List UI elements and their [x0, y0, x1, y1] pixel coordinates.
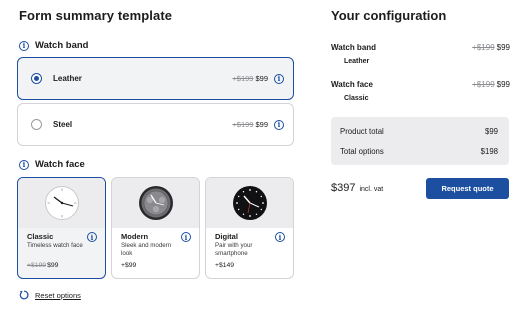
price: $99 — [496, 80, 510, 89]
classic-watch-face-image — [44, 186, 79, 220]
price: $99 — [255, 74, 268, 83]
radio-button-checked[interactable] — [31, 73, 42, 84]
watch-face-heading-label: Watch face — [35, 159, 85, 170]
summary-item-watch-band: Watch band +$199 $99 — [331, 43, 510, 52]
summary-item-title: Watch face — [331, 80, 373, 89]
summary-item-watch-face: Watch face +$199 $99 — [331, 80, 510, 89]
card-image-area — [206, 178, 293, 228]
info-icon[interactable]: i — [87, 232, 97, 242]
card-description: Sleek and modern look — [121, 242, 172, 257]
old-price: +$199 — [232, 120, 254, 129]
summary-item-sub: Leather — [344, 58, 370, 65]
card-price: +$199$99 — [27, 262, 58, 269]
band-option-steel[interactable]: Steel +$199 $99 i — [17, 103, 294, 146]
modern-watch-face-image — [138, 186, 173, 220]
product-total-value: $99 — [484, 127, 498, 136]
watch-band-heading: i Watch band — [19, 40, 88, 51]
card-description: Timeless watch face — [27, 242, 83, 249]
face-card-digital[interactable]: Digital i Pair with your smartphone +$14… — [205, 177, 294, 279]
face-card-classic[interactable]: Classic i Timeless watch face +$199$99 — [17, 177, 106, 279]
price: $99 — [47, 262, 59, 269]
card-description: Pair with your smartphone — [215, 242, 253, 257]
card-image-area — [18, 178, 105, 228]
band-option-leather[interactable]: Leather +$199 $99 i — [17, 57, 294, 100]
old-price: +$199 — [472, 80, 495, 89]
card-name: Modern — [121, 232, 149, 241]
page-title: Form summary template — [19, 8, 173, 23]
card-name: Digital — [215, 232, 238, 241]
grand-total: $397 incl. vat — [331, 182, 383, 194]
face-card-modern[interactable]: Modern i Sleek and modern look +$99 — [111, 177, 200, 279]
price: +$149 — [215, 262, 235, 269]
reset-options-link[interactable]: Reset options — [35, 291, 81, 300]
info-icon[interactable]: i — [274, 119, 284, 130]
summary-item-title: Watch band — [331, 43, 377, 52]
info-icon[interactable]: i — [181, 232, 191, 242]
totals-panel: Product total $99 Total options $198 — [331, 117, 509, 165]
vat-label: incl. vat — [359, 186, 384, 193]
summary-item-sub: Classic — [344, 95, 369, 102]
summary-item-price: +$199 $99 — [472, 80, 510, 89]
card-image-area — [112, 178, 199, 228]
product-total-label: Product total — [340, 127, 384, 136]
price: $99 — [496, 43, 510, 52]
config-title: Your configuration — [331, 8, 447, 23]
radio-button[interactable] — [31, 119, 42, 130]
digital-watch-face-image — [232, 186, 267, 220]
info-icon[interactable]: i — [19, 159, 29, 170]
info-icon[interactable]: i — [275, 232, 285, 242]
reset-options[interactable]: Reset options — [19, 290, 81, 300]
watch-band-heading-label: Watch band — [35, 40, 89, 51]
price: $99 — [255, 120, 268, 129]
watch-face-heading: i Watch face — [19, 159, 85, 170]
old-price: +$199 — [472, 43, 495, 52]
summary-item-price: +$199 $99 — [472, 43, 510, 52]
old-price: +$199 — [27, 262, 47, 269]
price: +$99 — [121, 262, 137, 269]
total-options-label: Total options — [340, 147, 384, 156]
card-price: +$149 — [215, 262, 234, 269]
total-options-value: $198 — [480, 147, 498, 156]
request-quote-button[interactable]: Request quote — [426, 178, 509, 199]
total-options-row: Total options $198 — [340, 147, 498, 156]
band-option-label: Leather — [53, 74, 82, 83]
band-option-label: Steel — [53, 120, 73, 129]
info-icon[interactable]: i — [274, 73, 284, 84]
card-name: Classic — [27, 232, 54, 241]
reset-icon[interactable] — [19, 290, 29, 300]
product-total-row: Product total $99 — [340, 127, 498, 136]
grand-total-amount: $397 — [331, 182, 356, 194]
card-price: +$99 — [121, 262, 136, 269]
info-icon[interactable]: i — [19, 40, 29, 51]
old-price: +$199 — [232, 74, 254, 83]
